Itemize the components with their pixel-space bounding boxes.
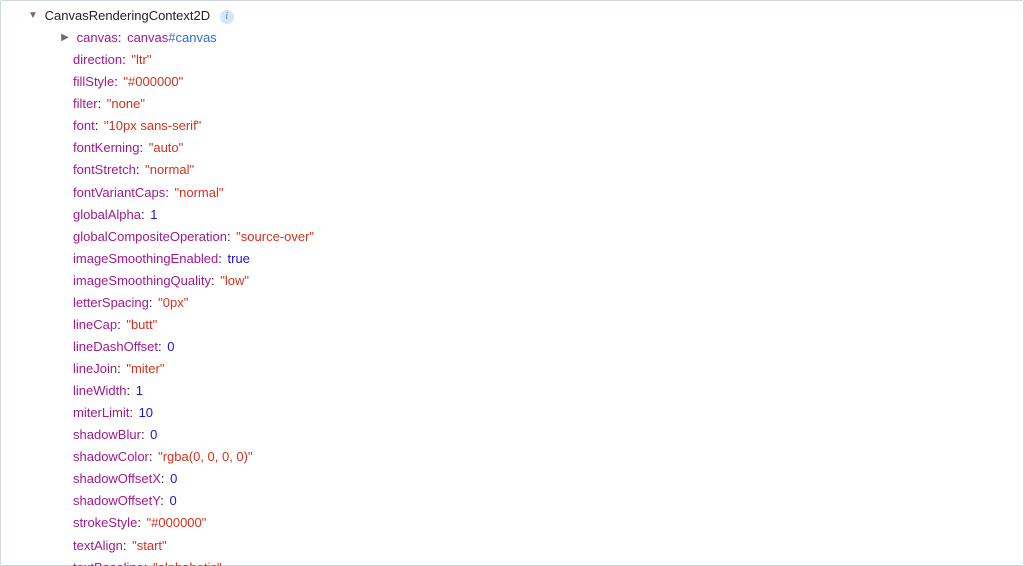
property-value-number: 1 — [150, 207, 157, 222]
property-row[interactable]: ▶textAlign: "start" — [59, 535, 1023, 557]
property-value-string: "normal" — [145, 162, 194, 177]
property-canvas-row[interactable]: ▶ canvas: canvas#canvas — [59, 27, 1023, 49]
property-row[interactable]: ▶direction: "ltr" — [59, 49, 1023, 71]
property-value-string: "auto" — [149, 140, 184, 155]
property-row[interactable]: ▶globalCompositeOperation: "source-over" — [59, 226, 1023, 248]
property-key: lineCap — [73, 317, 117, 332]
property-row[interactable]: ▶imageSmoothingEnabled: true — [59, 248, 1023, 270]
property-value-string: "miter" — [126, 361, 164, 376]
property-value-string: "source-over" — [236, 229, 314, 244]
property-key: fontVariantCaps — [73, 185, 165, 200]
property-row[interactable]: ▶shadowBlur: 0 — [59, 424, 1023, 446]
property-row[interactable]: ▶imageSmoothingQuality: "low" — [59, 270, 1023, 292]
property-row[interactable]: ▶lineWidth: 1 — [59, 380, 1023, 402]
disclosure-triangle-right-icon[interactable]: ▶ — [59, 27, 71, 48]
disclosure-triangle-down-icon[interactable]: ▼ — [27, 5, 39, 26]
property-value-element-tag: canvas — [127, 30, 168, 45]
property-row[interactable]: ▶fontVariantCaps: "normal" — [59, 182, 1023, 204]
property-key: lineWidth — [73, 383, 126, 398]
property-row[interactable]: ▶shadowOffsetX: 0 — [59, 468, 1023, 490]
property-value-string: "rgba(0, 0, 0, 0)" — [158, 449, 253, 464]
property-key: miterLimit — [73, 405, 129, 420]
property-value-string: "ltr" — [131, 52, 151, 67]
property-key: globalAlpha — [73, 207, 141, 222]
property-row[interactable]: ▶fontKerning: "auto" — [59, 137, 1023, 159]
object-properties-list: ▶ canvas: canvas#canvas ▶direction: "ltr… — [27, 27, 1023, 566]
property-value-element-id: #canvas — [168, 30, 216, 45]
property-value-string: "0px" — [158, 295, 188, 310]
property-value-number: 10 — [139, 405, 153, 420]
property-value-number: 0 — [169, 493, 176, 508]
property-key: letterSpacing — [73, 295, 149, 310]
property-row[interactable]: ▶shadowColor: "rgba(0, 0, 0, 0)" — [59, 446, 1023, 468]
property-key: canvas — [77, 30, 118, 45]
property-row[interactable]: ▶letterSpacing: "0px" — [59, 292, 1023, 314]
property-value-string: "#000000" — [147, 515, 207, 530]
property-value-string: "low" — [220, 273, 249, 288]
property-value-string: "#000000" — [123, 74, 183, 89]
property-key: imageSmoothingQuality — [73, 273, 211, 288]
property-key: filter — [73, 96, 98, 111]
property-value-number: 1 — [136, 383, 143, 398]
property-key: textBaseline — [73, 560, 144, 566]
property-row[interactable]: ▶fontStretch: "normal" — [59, 159, 1023, 181]
property-row[interactable]: ▶globalAlpha: 1 — [59, 204, 1023, 226]
property-value-string: "normal" — [175, 185, 224, 200]
property-row[interactable]: ▶strokeStyle: "#000000" — [59, 512, 1023, 534]
property-value-boolean: true — [228, 251, 250, 266]
property-value-string: "10px sans-serif" — [104, 118, 201, 133]
property-row[interactable]: ▶filter: "none" — [59, 93, 1023, 115]
property-value-number: 0 — [170, 471, 177, 486]
object-header-row[interactable]: ▼ CanvasRenderingContext2D i — [27, 5, 1023, 27]
property-value-number: 0 — [150, 427, 157, 442]
property-value-string: "start" — [132, 538, 167, 553]
property-key: shadowBlur — [73, 427, 141, 442]
property-value-string: "none" — [107, 96, 145, 111]
property-key: shadowOffsetX — [73, 471, 161, 486]
property-key: imageSmoothingEnabled — [73, 251, 218, 266]
devtools-console-object: ▼ CanvasRenderingContext2D i ▶ canvas: c… — [0, 0, 1024, 566]
property-key: lineDashOffset — [73, 339, 158, 354]
info-icon[interactable]: i — [220, 10, 234, 24]
property-key: shadowColor — [73, 449, 149, 464]
property-row[interactable]: ▶lineDashOffset: 0 — [59, 336, 1023, 358]
property-value-string: "butt" — [126, 317, 157, 332]
property-row[interactable]: ▶miterLimit: 10 — [59, 402, 1023, 424]
property-key: direction — [73, 52, 122, 67]
object-tree: ▼ CanvasRenderingContext2D i ▶ canvas: c… — [1, 5, 1023, 566]
property-value-string: "alphabetic" — [153, 560, 222, 566]
property-row[interactable]: ▶fillStyle: "#000000" — [59, 71, 1023, 93]
property-key: strokeStyle — [73, 515, 137, 530]
property-row[interactable]: ▶shadowOffsetY: 0 — [59, 490, 1023, 512]
property-row[interactable]: ▶lineCap: "butt" — [59, 314, 1023, 336]
property-key: shadowOffsetY — [73, 493, 160, 508]
property-row[interactable]: ▶font: "10px sans-serif" — [59, 115, 1023, 137]
property-key: font — [73, 118, 95, 133]
property-key: fontKerning — [73, 140, 140, 155]
property-key: fillStyle — [73, 74, 114, 89]
property-row[interactable]: ▶lineJoin: "miter" — [59, 358, 1023, 380]
object-constructor-name: CanvasRenderingContext2D — [45, 8, 210, 23]
property-key: fontStretch — [73, 162, 136, 177]
property-row[interactable]: ▶textBaseline: "alphabetic" — [59, 557, 1023, 566]
property-key: textAlign — [73, 538, 123, 553]
property-key: lineJoin — [73, 361, 117, 376]
property-key: globalCompositeOperation — [73, 229, 227, 244]
property-value-number: 0 — [167, 339, 174, 354]
